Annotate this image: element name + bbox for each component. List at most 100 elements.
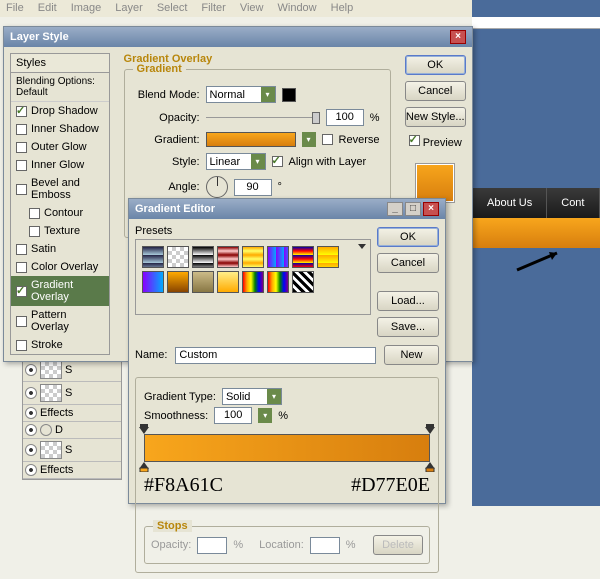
align-checkbox[interactable] [272, 156, 283, 167]
style-item-contour[interactable]: Contour [11, 204, 109, 222]
layer-row[interactable]: Effects [23, 405, 121, 422]
grad-type-label: Gradient Type: [144, 391, 216, 403]
style-checkbox[interactable] [16, 286, 27, 297]
preset-swatch[interactable] [317, 246, 339, 268]
load-button[interactable]: Load... [377, 291, 439, 311]
style-label: Contour [44, 207, 83, 219]
save-button[interactable]: Save... [377, 317, 439, 337]
preset-swatch[interactable] [142, 271, 164, 293]
color-swatch[interactable] [282, 88, 296, 102]
opacity-stop-left[interactable] [139, 424, 149, 434]
style-item-inner-shadow[interactable]: Inner Shadow [11, 120, 109, 138]
preset-swatch[interactable] [292, 271, 314, 293]
preset-swatch[interactable] [217, 271, 239, 293]
new-style-button[interactable]: New Style... [405, 107, 467, 127]
blend-mode-select[interactable]: Normal▾ [206, 86, 276, 103]
layer-row[interactable]: S [23, 359, 121, 382]
gradient-preview[interactable] [206, 132, 296, 147]
preset-swatch[interactable] [217, 246, 239, 268]
eye-icon[interactable] [25, 387, 37, 399]
titlebar[interactable]: Gradient Editor _ □ × [129, 199, 445, 219]
preset-swatch[interactable] [192, 271, 214, 293]
new-button[interactable]: New [384, 345, 439, 365]
style-checkbox[interactable] [16, 316, 27, 327]
ok-button[interactable]: OK [377, 227, 439, 247]
titlebar[interactable]: Layer Style × [4, 27, 472, 47]
style-checkbox[interactable] [16, 124, 27, 135]
eye-icon[interactable] [25, 364, 37, 376]
close-icon[interactable]: × [450, 30, 466, 44]
style-item-inner-glow[interactable]: Inner Glow [11, 156, 109, 174]
flyout-icon[interactable] [358, 244, 366, 249]
reverse-checkbox[interactable] [322, 134, 333, 145]
style-select[interactable]: Linear▾ [206, 153, 266, 170]
layer-thumb [40, 384, 62, 402]
chevron-down-icon[interactable]: ▾ [302, 132, 316, 147]
gradient-editor-dialog: Gradient Editor _ □ × Presets OK Cancel … [128, 198, 446, 504]
preset-swatch[interactable] [167, 271, 189, 293]
grad-type-select[interactable]: Solid▾ [222, 388, 282, 405]
style-label: Satin [31, 243, 56, 255]
opacity-input[interactable]: 100 [326, 109, 364, 126]
style-item-texture[interactable]: Texture [11, 222, 109, 240]
gradient-bar[interactable] [144, 434, 430, 462]
cancel-button[interactable]: Cancel [377, 253, 439, 273]
style-item-drop-shadow[interactable]: Drop Shadow [11, 102, 109, 120]
angle-input[interactable]: 90 [234, 179, 272, 196]
annotation-arrow [502, 248, 562, 278]
style-checkbox[interactable] [16, 160, 27, 171]
angle-wheel[interactable] [206, 176, 228, 198]
preset-swatch[interactable] [242, 271, 264, 293]
style-checkbox[interactable] [16, 340, 27, 351]
style-checkbox[interactable] [16, 184, 27, 195]
layer-label: S [65, 387, 72, 399]
preset-swatch[interactable] [142, 246, 164, 268]
preview-checkbox[interactable] [409, 135, 420, 146]
preset-swatch[interactable] [242, 246, 264, 268]
preset-swatch[interactable] [192, 246, 214, 268]
style-item-gradient-overlay[interactable]: Gradient Overlay [11, 276, 109, 306]
maximize-icon[interactable]: □ [405, 202, 421, 216]
color-stop-right[interactable] [425, 462, 435, 472]
style-item-color-overlay[interactable]: Color Overlay [11, 258, 109, 276]
nav-contact[interactable]: Cont [547, 188, 599, 218]
style-item-pattern-overlay[interactable]: Pattern Overlay [11, 306, 109, 336]
layer-row[interactable]: S [23, 439, 121, 462]
eye-icon[interactable] [25, 444, 37, 456]
style-item-satin[interactable]: Satin [11, 240, 109, 258]
preset-swatch[interactable] [167, 246, 189, 268]
style-item-bevel-and-emboss[interactable]: Bevel and Emboss [11, 174, 109, 204]
minimize-icon[interactable]: _ [387, 202, 403, 216]
blending-options[interactable]: Blending Options: Default [11, 73, 109, 102]
layer-row[interactable]: D [23, 422, 121, 439]
color-stop-left[interactable] [139, 462, 149, 472]
style-item-stroke[interactable]: Stroke [11, 336, 109, 354]
style-checkbox[interactable] [16, 262, 27, 273]
style-checkbox[interactable] [29, 208, 40, 219]
style-item-outer-glow[interactable]: Outer Glow [11, 138, 109, 156]
nav-about[interactable]: About Us [473, 188, 547, 218]
blend-mode-label: Blend Mode: [135, 89, 200, 101]
chevron-down-icon[interactable]: ▾ [258, 408, 272, 423]
preset-swatch[interactable] [292, 246, 314, 268]
close-icon[interactable]: × [423, 202, 439, 216]
layer-row[interactable]: S [23, 382, 121, 405]
eye-icon[interactable] [25, 464, 37, 476]
smooth-input[interactable]: 100 [214, 407, 252, 424]
name-input[interactable] [175, 347, 376, 364]
opacity-stop-right[interactable] [425, 424, 435, 434]
styles-heading[interactable]: Styles [11, 54, 109, 73]
preset-swatch[interactable] [267, 246, 289, 268]
style-checkbox[interactable] [29, 226, 40, 237]
ok-button[interactable]: OK [405, 55, 467, 75]
stop-location-input [310, 537, 340, 554]
eye-icon[interactable] [25, 407, 37, 419]
style-checkbox[interactable] [16, 106, 27, 117]
cancel-button[interactable]: Cancel [405, 81, 467, 101]
opacity-slider[interactable] [206, 117, 320, 118]
preset-swatch[interactable] [267, 271, 289, 293]
layer-row[interactable]: Effects [23, 462, 121, 479]
eye-icon[interactable] [25, 424, 37, 436]
style-checkbox[interactable] [16, 244, 27, 255]
style-checkbox[interactable] [16, 142, 27, 153]
